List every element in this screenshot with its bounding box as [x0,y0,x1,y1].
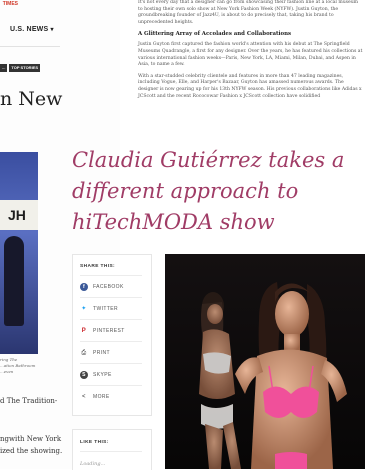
left-text-line: ized the showing. [0,447,63,455]
left-divider [0,46,60,47]
left-headline-fragment: n New [0,88,63,110]
left-caption-line: ...even [0,369,14,374]
share-item-label: SKYPE [93,372,112,378]
left-tag[interactable]: TOP STORIES [9,64,41,72]
share-item-label: TWITTER [93,306,119,312]
left-text-fragment: d The Tradition- [0,397,58,405]
facebook-icon: f [80,283,88,291]
left-nav-us-news[interactable]: U.S. NEWS ▾ [10,26,54,33]
left-photo-model-silhouette [4,236,24,326]
share-item-label: FACEBOOK [93,284,124,290]
article-paragraph: Justin Guyton first captured the fashion… [138,42,363,68]
share-facebook-button[interactable]: f FACEBOOK [80,275,142,298]
runway-photo-illustration [165,254,365,469]
left-photo-caption: ring The ...ation Bathroom ...even [0,357,40,375]
share-item-label: PRINT [93,350,110,356]
left-text-fragment: ngwith New York ized the showing. [0,433,62,457]
article-subheading: A Glittering Array of Accolades and Coll… [138,31,292,38]
share-twitter-button[interactable]: ✦ TWITTER [80,297,142,320]
left-photo-banner: JH [0,200,38,230]
like-divider [80,451,142,452]
share-item-label: MORE [93,394,110,400]
share-skype-button[interactable]: S SKYPE [80,363,142,386]
article-paragraph: It's not every day that a designer can g… [138,0,359,25]
left-brand-logo: TIMES [2,1,18,7]
share-item-label: PINTEREST [93,328,125,334]
pinterest-icon: P [81,328,87,334]
like-loading-text: Loading... [80,461,106,467]
left-nav-label: U.S. NEWS [10,26,49,33]
article-paragraph: With a star-studded celebrity clientele … [138,73,362,99]
share-more-icon: < [82,394,86,400]
share-pinterest-button[interactable]: P PINTEREST [80,319,142,342]
share-print-button[interactable]: ⎙ PRINT [80,341,142,364]
left-tag[interactable]: ... [0,64,8,72]
runway-photo [165,254,365,469]
left-text-line: ngwith New York [0,435,62,443]
left-tag-list: ... TOP STORIES [0,64,41,72]
article-headline: Claudia Gutiérrez takes a different appr… [72,148,345,234]
chevron-down-icon: ▾ [50,27,54,33]
share-more-button[interactable]: < MORE [80,385,142,408]
twitter-icon: ✦ [81,306,87,312]
skype-icon: S [80,371,88,379]
article-body: It's not every day that a designer can g… [138,0,363,105]
print-icon: ⎙ [81,350,87,356]
like-title: LIKE THIS: [80,440,109,445]
share-title: SHARE THIS: [80,264,116,269]
